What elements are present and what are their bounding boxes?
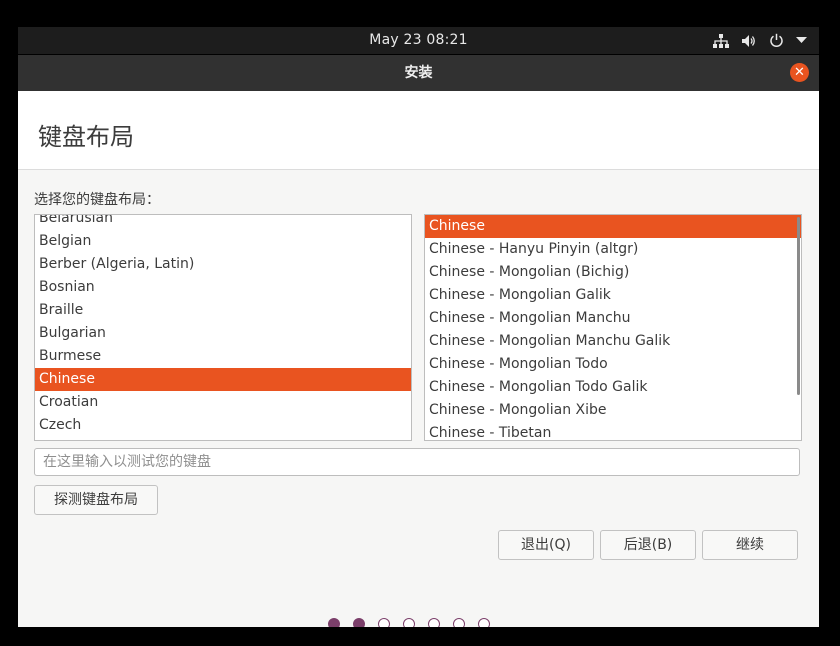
variant-list[interactable]: Chinese Chinese - Hanyu Pinyin (altgr) Chi… — [424, 214, 802, 441]
power-icon[interactable] — [769, 33, 784, 48]
variant-list-item[interactable]: Chinese - Mongolian Xibe — [425, 399, 801, 422]
progress-indicator — [328, 618, 490, 627]
progress-dot — [378, 618, 390, 627]
variant-list-item[interactable]: Chinese - Mongolian Manchu Galik — [425, 330, 801, 353]
layout-list-item[interactable]: Bulgarian — [35, 322, 411, 345]
page-title: 键盘布局 — [38, 123, 134, 151]
layout-list-item[interactable]: Croatian — [35, 391, 411, 414]
close-button[interactable]: ✕ — [790, 63, 809, 82]
variant-list-item[interactable]: Chinese - Mongolian Manchu — [425, 307, 801, 330]
layout-prompt: 选择您的键盘布局： — [34, 192, 160, 208]
installer-window: 安装 ✕ 键盘布局 选择您的键盘布局： Belarusian Belgian Ber… — [18, 55, 819, 627]
clock[interactable]: May 23 08:21 — [18, 27, 819, 54]
layout-list-item[interactable]: Braille — [35, 299, 411, 322]
quit-button[interactable]: 退出(Q) — [498, 530, 594, 560]
variant-list-item[interactable]: Chinese - Tibetan — [425, 422, 801, 440]
keyboard-test-input[interactable] — [34, 448, 800, 476]
system-tray[interactable] — [713, 27, 807, 54]
window-title: 安装 — [404, 65, 433, 81]
back-button[interactable]: 后退(B) — [600, 530, 696, 560]
progress-dot — [353, 618, 365, 627]
menu-down-icon[interactable] — [796, 37, 807, 44]
variant-list-item[interactable]: Chinese - Hanyu Pinyin (altgr) — [425, 238, 801, 261]
layout-list-item[interactable]: Burmese — [35, 345, 411, 368]
variant-list-item[interactable]: Chinese - Mongolian Todo — [425, 353, 801, 376]
layout-list-item[interactable]: Czech — [35, 414, 411, 437]
layout-list[interactable]: Belarusian Belgian Berber (Algeria, Latin)… — [34, 214, 412, 441]
layout-list-item[interactable]: Belarusian — [35, 215, 411, 230]
volume-icon[interactable] — [741, 34, 757, 48]
variant-list-item[interactable]: Chinese - Mongolian Todo Galik — [425, 376, 801, 399]
progress-dot — [453, 618, 465, 627]
variant-list-item[interactable]: Chinese - Mongolian (Bichig) — [425, 261, 801, 284]
progress-dot — [328, 618, 340, 627]
progress-dot — [428, 618, 440, 627]
variant-list-item[interactable]: Chinese - Mongolian Galik — [425, 284, 801, 307]
layout-list-item[interactable]: Berber (Algeria, Latin) — [35, 253, 411, 276]
window-titlebar[interactable]: 安装 ✕ — [18, 55, 819, 91]
continue-button[interactable]: 继续 — [702, 530, 798, 560]
page-header: 键盘布局 — [18, 91, 819, 170]
variant-list-item[interactable]: Chinese — [425, 215, 801, 238]
close-icon: ✕ — [794, 65, 805, 80]
detect-layout-button[interactable]: 探测键盘布局 — [34, 485, 158, 515]
layout-list-item[interactable]: Chinese — [35, 368, 411, 391]
layout-list-item[interactable]: Bosnian — [35, 276, 411, 299]
top-panel: May 23 08:21 — [18, 27, 819, 54]
variant-scrollbar[interactable] — [797, 217, 800, 395]
layout-list-item[interactable]: Belgian — [35, 230, 411, 253]
progress-dot — [478, 618, 490, 627]
progress-dot — [403, 618, 415, 627]
network-icon[interactable] — [713, 33, 729, 48]
